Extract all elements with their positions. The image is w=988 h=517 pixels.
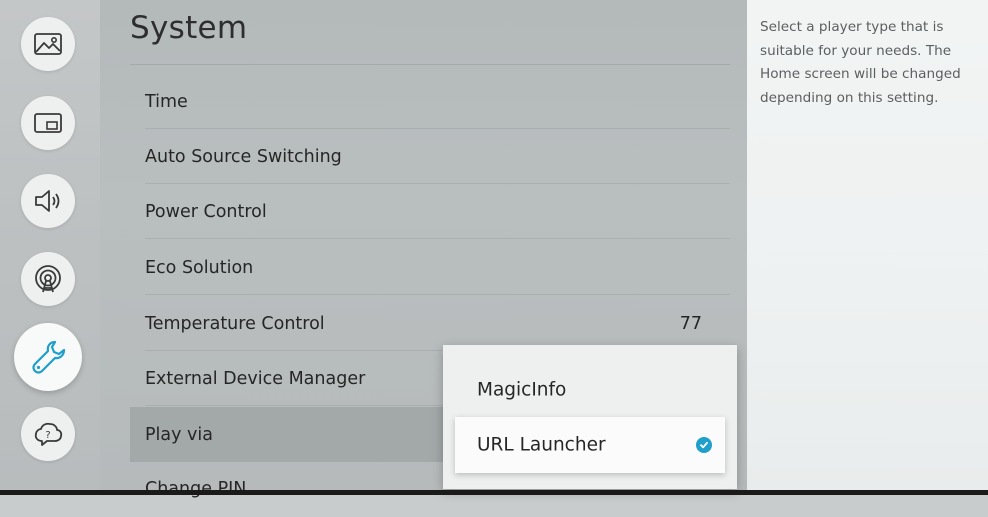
sidebar-item-sound[interactable] — [21, 174, 75, 228]
option-url-launcher[interactable]: URL Launcher — [455, 417, 725, 473]
temperature-value: 77 — [679, 313, 702, 334]
menu-item-label: Play via — [145, 424, 214, 445]
menu-item-label: Temperature Control — [145, 313, 325, 334]
sidebar-item-system[interactable] — [14, 323, 82, 391]
menu-item-label: Eco Solution — [145, 257, 254, 278]
sidebar-item-support[interactable]: ? — [21, 407, 75, 461]
menu-item-time[interactable]: Time — [130, 74, 730, 129]
wrench-icon — [28, 337, 68, 377]
menu-item-power-control[interactable]: Power Control — [130, 184, 730, 239]
menu-item-temperature-control[interactable]: Temperature Control 77 — [130, 296, 730, 351]
title-divider — [130, 64, 730, 65]
sidebar-item-screen[interactable] — [21, 96, 75, 150]
menu-item-label: Change PIN — [145, 479, 247, 499]
sidebar-item-picture[interactable] — [21, 17, 75, 71]
screen-bottom-edge — [0, 490, 988, 495]
divider — [145, 294, 730, 295]
menu-item-label: Power Control — [145, 201, 267, 222]
option-label: MagicInfo — [477, 379, 567, 401]
screen-icon — [33, 111, 63, 135]
option-magicinfo[interactable]: MagicInfo — [455, 362, 725, 418]
help-panel: Select a player type that is suitable fo… — [747, 0, 988, 495]
support-icon: ? — [33, 421, 63, 447]
help-text: Select a player type that is suitable fo… — [760, 19, 961, 106]
divider — [145, 238, 730, 239]
menu-item-eco-solution[interactable]: Eco Solution — [130, 240, 730, 295]
svg-text:?: ? — [45, 430, 50, 441]
menu-item-label: External Device Manager — [145, 368, 366, 389]
sound-icon — [33, 188, 63, 214]
network-icon — [33, 264, 63, 294]
sidebar-item-network[interactable] — [21, 252, 75, 306]
play-via-dropdown: MagicInfo URL Launcher — [443, 345, 737, 489]
menu-item-label: Time — [145, 91, 188, 112]
settings-sidebar: ? — [0, 0, 100, 495]
menu-item-auto-source-switching[interactable]: Auto Source Switching — [130, 129, 730, 184]
option-label: URL Launcher — [477, 434, 606, 456]
menu-item-label: Auto Source Switching — [145, 146, 342, 167]
page-title: System — [130, 10, 248, 46]
picture-icon — [33, 31, 63, 57]
check-icon — [696, 437, 712, 453]
